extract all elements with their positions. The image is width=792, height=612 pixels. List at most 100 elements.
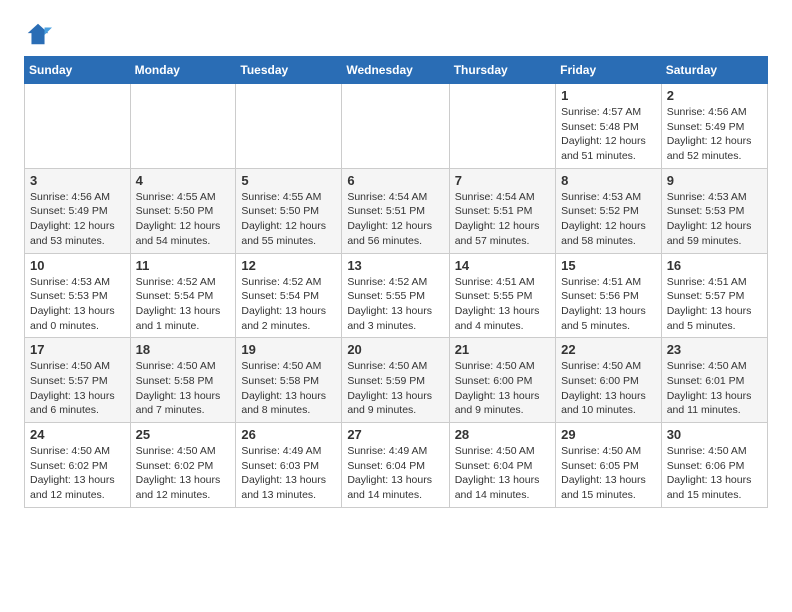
weekday-header-monday: Monday bbox=[130, 57, 236, 84]
day-number: 16 bbox=[667, 258, 762, 273]
calendar-cell: 13 Sunrise: 4:52 AMSunset: 5:55 PMDayligh… bbox=[342, 253, 449, 338]
calendar-cell: 12Sunrise: 4:52 AMSunset: 5:54 PMDayligh… bbox=[236, 253, 342, 338]
day-info: Sunrise: 4:53 AMSunset: 5:52 PMDaylight:… bbox=[561, 191, 646, 247]
day-info: Sunrise: 4:51 AMSunset: 5:57 PMDaylight:… bbox=[667, 276, 752, 332]
day-number: 13 bbox=[347, 258, 443, 273]
day-number: 4 bbox=[136, 173, 231, 188]
calendar: SundayMondayTuesdayWednesdayThursdayFrid… bbox=[24, 56, 768, 508]
calendar-cell: 24 Sunrise: 4:50 AMSunset: 6:02 PMDayligh… bbox=[25, 423, 131, 508]
day-info: Sunrise: 4:56 AMSunset: 5:49 PMDaylight:… bbox=[667, 106, 752, 162]
calendar-cell: 3 Sunrise: 4:56 AMSunset: 5:49 PMDaylight… bbox=[25, 168, 131, 253]
calendar-cell: 17 Sunrise: 4:50 AMSunset: 5:57 PMDayligh… bbox=[25, 338, 131, 423]
day-info: Sunrise: 4:53 AMSunset: 5:53 PMDaylight:… bbox=[30, 276, 115, 332]
day-number: 20 bbox=[347, 342, 443, 357]
day-number: 28 bbox=[455, 427, 550, 442]
day-info: Sunrise: 4:55 AMSunset: 5:50 PMDaylight:… bbox=[136, 191, 221, 247]
calendar-cell: 29Sunrise: 4:50 AMSunset: 6:05 PMDayligh… bbox=[556, 423, 662, 508]
calendar-cell: 7 Sunrise: 4:54 AMSunset: 5:51 PMDaylight… bbox=[449, 168, 555, 253]
calendar-cell: 2 Sunrise: 4:56 AMSunset: 5:49 PMDaylight… bbox=[661, 84, 767, 169]
calendar-cell: 1 Sunrise: 4:57 AMSunset: 5:48 PMDaylight… bbox=[556, 84, 662, 169]
day-info: Sunrise: 4:50 AMSunset: 6:01 PMDaylight:… bbox=[667, 360, 752, 416]
day-info: Sunrise: 4:50 AMSunset: 5:59 PMDaylight:… bbox=[347, 360, 432, 416]
day-info: Sunrise: 4:51 AMSunset: 5:56 PMDaylight:… bbox=[561, 276, 646, 332]
day-number: 3 bbox=[30, 173, 125, 188]
calendar-cell: 11 Sunrise: 4:52 AMSunset: 5:54 PMDayligh… bbox=[130, 253, 236, 338]
calendar-cell: 16 Sunrise: 4:51 AMSunset: 5:57 PMDayligh… bbox=[661, 253, 767, 338]
day-info: Sunrise: 4:50 AMSunset: 6:05 PMDaylight:… bbox=[561, 445, 646, 501]
day-number: 25 bbox=[136, 427, 231, 442]
calendar-cell: 8 Sunrise: 4:53 AMSunset: 5:52 PMDaylight… bbox=[556, 168, 662, 253]
day-number: 23 bbox=[667, 342, 762, 357]
day-info: Sunrise: 4:54 AMSunset: 5:51 PMDaylight:… bbox=[455, 191, 540, 247]
calendar-cell bbox=[449, 84, 555, 169]
day-number: 15 bbox=[561, 258, 656, 273]
weekday-header-thursday: Thursday bbox=[449, 57, 555, 84]
day-number: 7 bbox=[455, 173, 550, 188]
calendar-cell: 21 Sunrise: 4:50 AMSunset: 6:00 PMDayligh… bbox=[449, 338, 555, 423]
day-number: 2 bbox=[667, 88, 762, 103]
calendar-cell: 27 Sunrise: 4:49 AMSunset: 6:04 PMDayligh… bbox=[342, 423, 449, 508]
day-number: 10 bbox=[30, 258, 125, 273]
day-number: 24 bbox=[30, 427, 125, 442]
weekday-header-wednesday: Wednesday bbox=[342, 57, 449, 84]
day-number: 17 bbox=[30, 342, 125, 357]
calendar-cell: 26 Sunrise: 4:49 AMSunset: 6:03 PMDayligh… bbox=[236, 423, 342, 508]
calendar-cell: 28Sunrise: 4:50 AMSunset: 6:04 PMDayligh… bbox=[449, 423, 555, 508]
calendar-cell: 18 Sunrise: 4:50 AMSunset: 5:58 PMDayligh… bbox=[130, 338, 236, 423]
day-info: Sunrise: 4:55 AMSunset: 5:50 PMDaylight:… bbox=[241, 191, 326, 247]
day-info: Sunrise: 4:49 AMSunset: 6:03 PMDaylight:… bbox=[241, 445, 326, 501]
day-info: Sunrise: 4:49 AMSunset: 6:04 PMDaylight:… bbox=[347, 445, 432, 501]
day-number: 5 bbox=[241, 173, 336, 188]
calendar-cell bbox=[25, 84, 131, 169]
day-info: Sunrise: 4:52 AMSunset: 5:55 PMDaylight:… bbox=[347, 276, 432, 332]
weekday-header-friday: Friday bbox=[556, 57, 662, 84]
day-info: Sunrise: 4:54 AMSunset: 5:51 PMDaylight:… bbox=[347, 191, 432, 247]
calendar-cell: 4 Sunrise: 4:55 AMSunset: 5:50 PMDaylight… bbox=[130, 168, 236, 253]
day-info: Sunrise: 4:50 AMSunset: 6:00 PMDaylight:… bbox=[561, 360, 646, 416]
day-info: Sunrise: 4:50 AMSunset: 6:02 PMDaylight:… bbox=[136, 445, 221, 501]
weekday-header-tuesday: Tuesday bbox=[236, 57, 342, 84]
day-number: 30 bbox=[667, 427, 762, 442]
day-info: Sunrise: 4:52 AMSunset: 5:54 PMDaylight:… bbox=[136, 276, 221, 332]
day-info: Sunrise: 4:56 AMSunset: 5:49 PMDaylight:… bbox=[30, 191, 115, 247]
calendar-cell: 25 Sunrise: 4:50 AMSunset: 6:02 PMDayligh… bbox=[130, 423, 236, 508]
day-number: 8 bbox=[561, 173, 656, 188]
day-number: 22 bbox=[561, 342, 656, 357]
calendar-cell: 22 Sunrise: 4:50 AMSunset: 6:00 PMDayligh… bbox=[556, 338, 662, 423]
calendar-cell: 30 Sunrise: 4:50 AMSunset: 6:06 PMDayligh… bbox=[661, 423, 767, 508]
calendar-cell: 15 Sunrise: 4:51 AMSunset: 5:56 PMDayligh… bbox=[556, 253, 662, 338]
day-number: 14 bbox=[455, 258, 550, 273]
day-info: Sunrise: 4:50 AMSunset: 5:57 PMDaylight:… bbox=[30, 360, 115, 416]
day-number: 18 bbox=[136, 342, 231, 357]
day-number: 21 bbox=[455, 342, 550, 357]
calendar-cell: 20 Sunrise: 4:50 AMSunset: 5:59 PMDayligh… bbox=[342, 338, 449, 423]
day-info: Sunrise: 4:50 AMSunset: 5:58 PMDaylight:… bbox=[136, 360, 221, 416]
day-number: 27 bbox=[347, 427, 443, 442]
weekday-header-sunday: Sunday bbox=[25, 57, 131, 84]
day-number: 1 bbox=[561, 88, 656, 103]
calendar-cell: 6 Sunrise: 4:54 AMSunset: 5:51 PMDaylight… bbox=[342, 168, 449, 253]
day-info: Sunrise: 4:57 AMSunset: 5:48 PMDaylight:… bbox=[561, 106, 646, 162]
logo bbox=[24, 20, 56, 48]
day-info: Sunrise: 4:50 AMSunset: 6:02 PMDaylight:… bbox=[30, 445, 115, 501]
weekday-header-saturday: Saturday bbox=[661, 57, 767, 84]
day-info: Sunrise: 4:50 AMSunset: 6:00 PMDaylight:… bbox=[455, 360, 540, 416]
day-number: 12 bbox=[241, 258, 336, 273]
day-info: Sunrise: 4:50 AMSunset: 5:58 PMDaylight:… bbox=[241, 360, 326, 416]
calendar-cell: 10 Sunrise: 4:53 AMSunset: 5:53 PMDayligh… bbox=[25, 253, 131, 338]
logo-icon bbox=[24, 20, 52, 48]
day-number: 6 bbox=[347, 173, 443, 188]
calendar-cell: 9Sunrise: 4:53 AMSunset: 5:53 PMDaylight… bbox=[661, 168, 767, 253]
calendar-cell: 23 Sunrise: 4:50 AMSunset: 6:01 PMDayligh… bbox=[661, 338, 767, 423]
calendar-cell: 19 Sunrise: 4:50 AMSunset: 5:58 PMDayligh… bbox=[236, 338, 342, 423]
day-number: 19 bbox=[241, 342, 336, 357]
day-number: 26 bbox=[241, 427, 336, 442]
calendar-cell: 5 Sunrise: 4:55 AMSunset: 5:50 PMDaylight… bbox=[236, 168, 342, 253]
calendar-cell bbox=[130, 84, 236, 169]
calendar-cell bbox=[342, 84, 449, 169]
calendar-cell bbox=[236, 84, 342, 169]
day-number: 11 bbox=[136, 258, 231, 273]
calendar-cell: 14Sunrise: 4:51 AMSunset: 5:55 PMDayligh… bbox=[449, 253, 555, 338]
day-info: Sunrise: 4:50 AMSunset: 6:06 PMDaylight:… bbox=[667, 445, 752, 501]
day-number: 9 bbox=[667, 173, 762, 188]
